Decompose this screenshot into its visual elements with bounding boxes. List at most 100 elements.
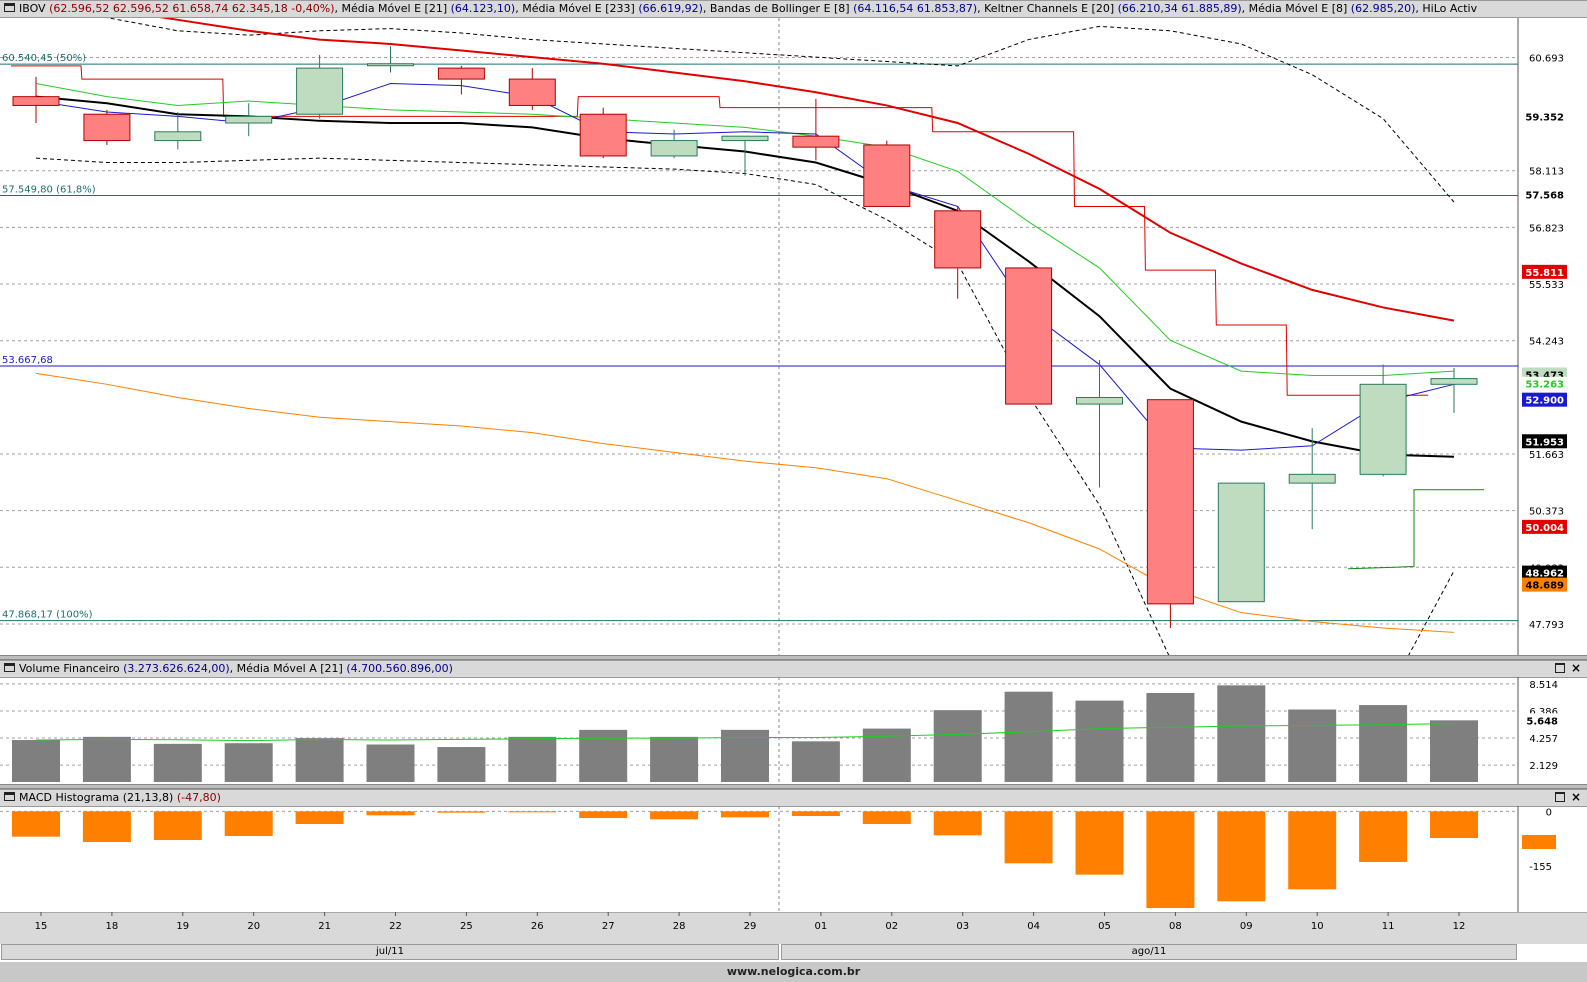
close-icon[interactable]: ×	[1571, 791, 1581, 804]
last-value-label: 57.568	[1525, 191, 1564, 202]
volume-bar	[508, 736, 557, 782]
volume-bar	[437, 747, 486, 782]
window-icon[interactable]	[4, 792, 15, 801]
x-tick-label: 21	[318, 921, 331, 932]
x-tick-label: 20	[247, 921, 260, 932]
candle-body	[83, 113, 131, 142]
y-tick-label: 56.823	[1529, 223, 1564, 234]
macd-bar	[791, 811, 840, 816]
month-label: ago/11	[1131, 946, 1167, 957]
candle-body	[154, 131, 202, 142]
y-tick-label: 50.373	[1529, 507, 1564, 518]
x-tick-label: 09	[1240, 921, 1253, 932]
last-value-label: 52.900	[1525, 396, 1564, 407]
macd-bar	[1146, 811, 1195, 908]
volume-bar	[650, 736, 699, 782]
volume-bar	[933, 710, 982, 782]
macd-bar	[933, 811, 982, 836]
y-tick-label: 0	[1546, 807, 1552, 818]
macd-bar	[1430, 811, 1478, 838]
volume-ma-value: (4.700.560.896,00)	[346, 662, 453, 675]
x-tick-label: 03	[956, 921, 969, 932]
y-tick-label: 4.257	[1529, 734, 1558, 745]
last-value-label: 55.811	[1525, 268, 1564, 279]
volume-bar	[791, 741, 840, 782]
window-icon[interactable]	[4, 3, 15, 12]
candle-body	[1076, 396, 1123, 405]
y-tick-label: 47.793	[1529, 620, 1564, 631]
y-tick-label: 51.663	[1529, 450, 1564, 461]
price-chart[interactable]: 60.693 58.113 56.823 55.533 54.243 51.663 50.3…	[0, 18, 1587, 655]
last-value-label: 51.953	[1525, 437, 1564, 448]
plot-background	[0, 18, 1587, 655]
close-icon[interactable]: ×	[1571, 662, 1581, 675]
candle-body	[1288, 473, 1336, 484]
volume-bar	[153, 743, 202, 782]
volume-bar	[366, 744, 415, 782]
y-tick-label: 60.693	[1529, 53, 1564, 64]
macd-bar	[82, 811, 131, 842]
date-axis: 15 18 19 20 21 22 25 26 27 28 29 01 02 03 04 05 08 09 10 11…	[0, 912, 1587, 944]
y-tick-label: 8.514	[1529, 680, 1558, 691]
last-value-label: 5.648	[1526, 716, 1558, 727]
volume-bar	[1004, 691, 1053, 782]
volume-bar	[1146, 692, 1195, 782]
main-chart-header: IBOV (62.596,52 62.596,52 61.658,74 62.3…	[0, 0, 1587, 18]
candle-body	[792, 135, 840, 148]
last-value-box	[1522, 835, 1556, 849]
maximize-icon[interactable]	[1555, 792, 1565, 802]
ema233-value: (66.619,92)	[638, 2, 703, 15]
level-label: 60.540,45 (50%)	[2, 53, 86, 64]
macd-bar	[1359, 811, 1408, 862]
volume-chart[interactable]: 8.5146.3864.2572.1295.648	[0, 677, 1587, 784]
macd-chart[interactable]: 0 -155	[0, 806, 1587, 912]
ohlc-values: (62.596,52 62.596,52 61.658,74 62.345,18…	[49, 2, 335, 15]
footer-brand: www.nelogica.com.br	[0, 962, 1587, 982]
keltner-label: Keltner Channels E [20]	[984, 2, 1115, 15]
window-icon[interactable]	[4, 663, 15, 672]
maximize-icon[interactable]	[1555, 663, 1565, 673]
macd-bar	[508, 811, 557, 813]
volume-label: Volume Financeiro	[19, 662, 120, 675]
x-tick-label: 05	[1098, 921, 1111, 932]
x-tick-label: 18	[106, 921, 119, 932]
x-tick-label: 02	[885, 921, 898, 932]
volume-bar	[1075, 700, 1124, 782]
keltner-value: (66.210,34 61.885,89)	[1117, 2, 1242, 15]
volume-bar	[295, 738, 344, 782]
macd-header: MACD Histograma (21,13,8) (-47,80) ×	[0, 789, 1587, 807]
month-jul: jul/11	[1, 944, 779, 960]
bollinger-label: Bandas de Bollinger E [8]	[709, 2, 850, 15]
macd-value: (-47,80)	[176, 791, 221, 804]
y-tick-label: -155	[1529, 862, 1552, 873]
month-ago: ago/11	[781, 944, 1517, 960]
last-value-label: 48.689	[1525, 581, 1564, 592]
axis-background	[0, 912, 1587, 944]
candle-body	[1005, 267, 1053, 405]
volume-bar	[1217, 685, 1266, 782]
symbol-label: IBOV	[19, 2, 46, 15]
level-label: 57.549,80 (61,8%)	[2, 185, 96, 196]
volume-bar	[1359, 705, 1408, 782]
last-value-label: 53.263	[1525, 380, 1564, 391]
footer-url: www.nelogica.com.br	[726, 965, 861, 978]
last-value-label: 50.004	[1525, 523, 1564, 534]
level-label: 53.667,68	[2, 355, 53, 366]
candle-body	[1359, 383, 1407, 475]
x-tick-label: 11	[1382, 921, 1395, 932]
y-tick-label: 55.533	[1529, 280, 1564, 291]
macd-label: MACD Histograma (21,13,8)	[19, 791, 174, 804]
y-tick-label: 54.243	[1529, 337, 1564, 348]
ema21-value: (64.123,10)	[450, 2, 516, 15]
bollinger-value: (64.116,54 61.853,87)	[853, 2, 978, 15]
candle-body	[721, 135, 769, 142]
macd-bar	[1288, 811, 1337, 890]
x-tick-label: 15	[35, 921, 48, 932]
macd-bar	[12, 811, 60, 837]
x-tick-label: 19	[176, 921, 189, 932]
macd-bar	[366, 811, 415, 816]
x-tick-label: 26	[531, 921, 544, 932]
macd-bar	[437, 811, 486, 813]
level-label: 47.868,17 (100%)	[2, 610, 93, 621]
macd-bar	[153, 811, 202, 840]
